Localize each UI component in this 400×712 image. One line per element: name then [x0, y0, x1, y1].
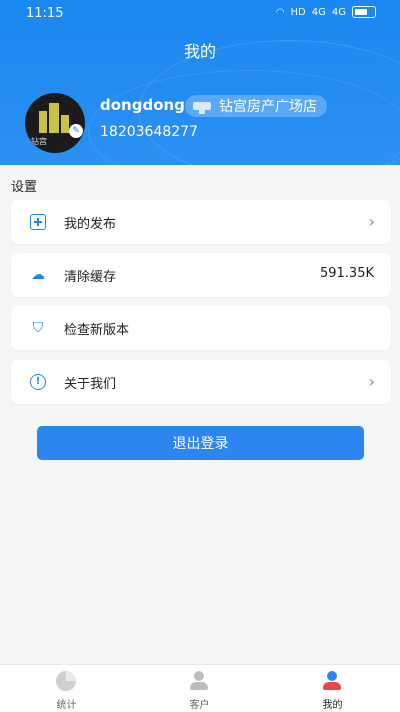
edit-icon[interactable]: ✎: [69, 124, 83, 138]
pie-chart-icon: [56, 671, 76, 691]
page-title: 我的: [183, 42, 216, 61]
phone-number: 18203648277: [100, 124, 198, 140]
settings-item-label: 关于我们: [64, 377, 117, 392]
status-bar: 11:15 ◠ HD 4G 4G: [0, 0, 400, 28]
store-name: 钻宫房产广场店: [219, 99, 317, 115]
signal-icon: 4G: [331, 6, 346, 18]
settings-item-about[interactable]: ! 关于我们 ›: [11, 360, 391, 404]
settings-item-label: 清除缓存: [64, 270, 117, 285]
avatar[interactable]: 钻宫: [25, 93, 85, 153]
settings-item-label: 我的发布: [64, 217, 117, 232]
settings-item-label: 检查新版本: [64, 323, 130, 338]
profile-header: 11:15 ◠ HD 4G 4G 我的 钻宫 ✎ dongdong 钻宫房产广场…: [0, 0, 400, 165]
tab-label: 我的: [322, 700, 343, 711]
wifi-icon: ◠: [275, 6, 285, 18]
profile-icon: [322, 671, 342, 691]
chevron-right-icon: ›: [368, 212, 375, 231]
settings-item-check-update[interactable]: ⛉ 检查新版本: [11, 306, 391, 350]
hd-badge: HD: [290, 6, 306, 18]
cache-size: 591.35K: [319, 266, 374, 281]
settings-item-clear-cache[interactable]: ☁ 清除缓存 591.35K: [11, 253, 391, 297]
battery-icon: [352, 6, 376, 18]
chevron-right-icon: ›: [368, 372, 375, 391]
tab-customers[interactable]: 客户: [133, 665, 266, 712]
logout-button[interactable]: 退出登录: [37, 426, 364, 460]
customer-icon: [189, 671, 209, 691]
info-icon: !: [29, 373, 47, 391]
signal-icon: 4G: [311, 6, 326, 18]
store-icon: [193, 102, 211, 114]
store-badge: 钻宫房产广场店: [185, 95, 327, 117]
tab-label: 统计: [56, 700, 77, 711]
status-time: 11:15: [26, 6, 64, 21]
username: dongdong: [100, 96, 185, 114]
tab-statistics[interactable]: 统计: [0, 665, 133, 712]
settings-item-my-posts[interactable]: 我的发布 ›: [11, 200, 391, 244]
avatar-logo-text: 钻宫: [31, 137, 47, 146]
shield-icon: ⛉: [32, 320, 44, 336]
add-square-icon: [29, 213, 47, 231]
cloud-icon: ☁: [31, 267, 45, 283]
settings-section-title: 设置: [11, 180, 38, 195]
header-decoration: [88, 70, 400, 165]
bottom-tab-bar: 统计 客户 我的: [0, 664, 400, 712]
status-icons: ◠ HD 4G 4G: [276, 6, 376, 18]
tab-profile[interactable]: 我的: [266, 665, 399, 712]
tab-label: 客户: [189, 700, 210, 711]
